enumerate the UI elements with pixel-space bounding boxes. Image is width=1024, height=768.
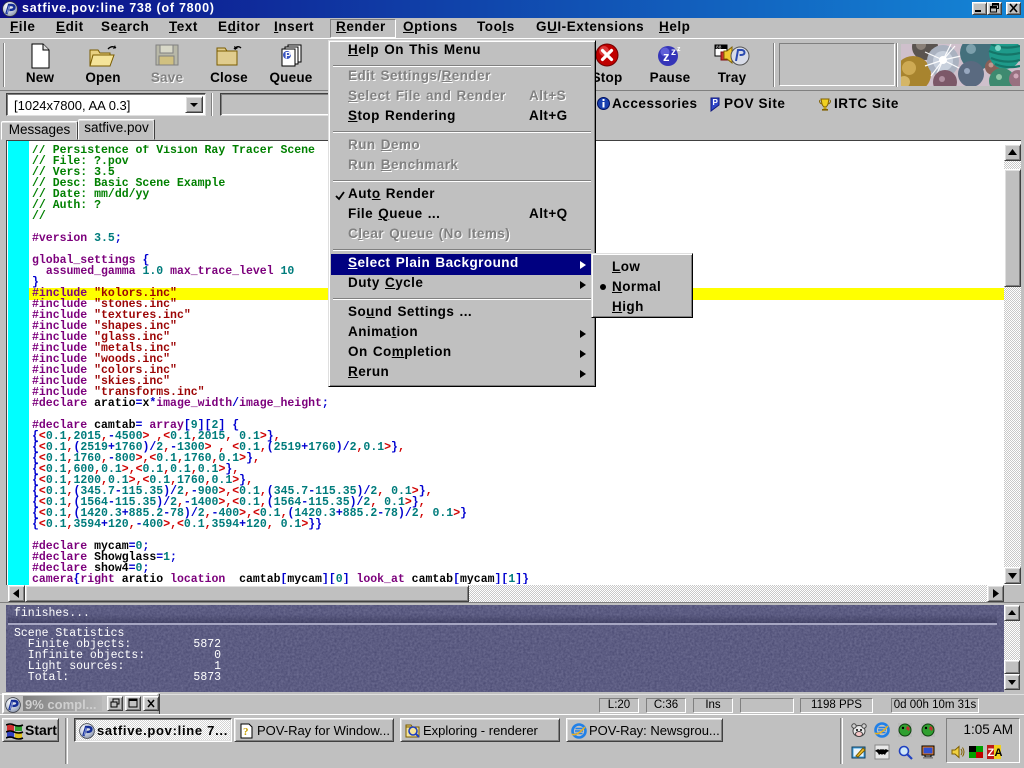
svg-text:A: A: [995, 747, 1003, 759]
svg-text:P: P: [285, 51, 291, 61]
svg-text:z: z: [663, 49, 670, 64]
svg-text:?: ?: [243, 726, 249, 738]
svg-text:z: z: [671, 47, 676, 58]
svg-text:88: 88: [716, 45, 722, 51]
svg-text:P: P: [713, 98, 719, 107]
svg-text:Z: Z: [988, 747, 995, 759]
svg-text:z: z: [677, 46, 681, 53]
